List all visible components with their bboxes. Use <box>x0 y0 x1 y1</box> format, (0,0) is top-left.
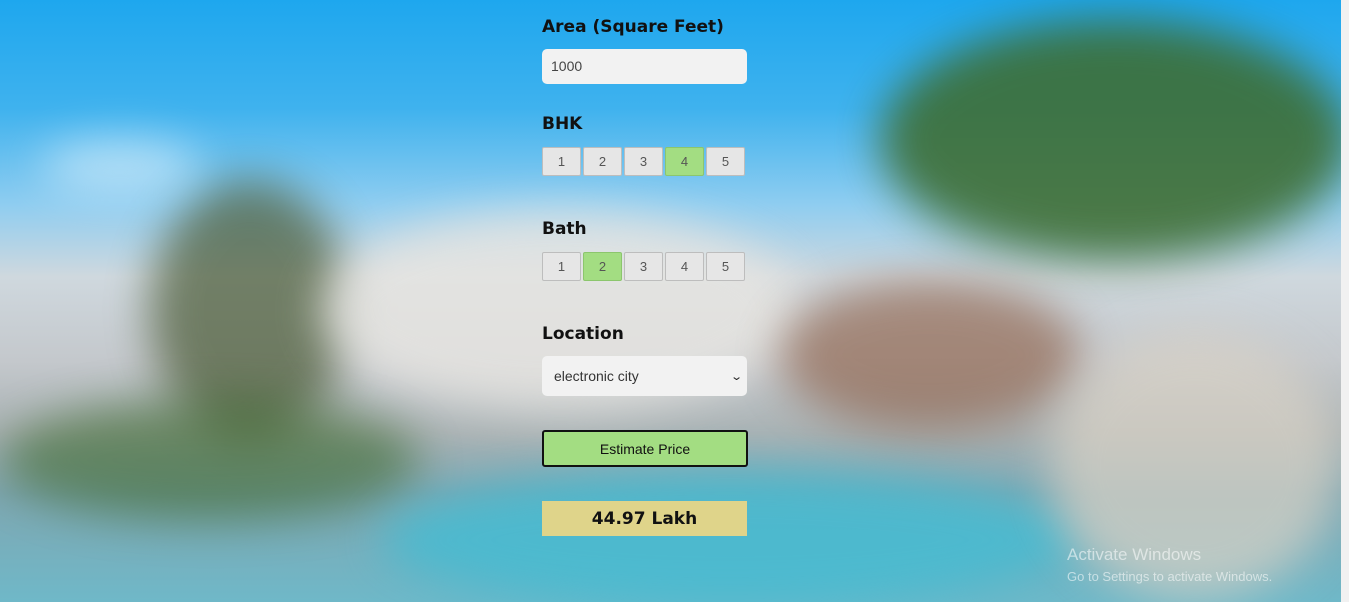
bhk-option-4[interactable]: 4 <box>665 147 704 176</box>
location-selected-value: electronic city <box>554 368 639 384</box>
bath-option-5[interactable]: 5 <box>706 252 745 281</box>
bhk-label: BHK <box>542 114 583 134</box>
bath-option-1[interactable]: 1 <box>542 252 581 281</box>
estimated-price-result: 44.97 Lakh <box>542 501 747 536</box>
location-label: Location <box>542 324 624 344</box>
watermark-subtitle: Go to Settings to activate Windows. <box>1067 569 1273 584</box>
bath-selector: 1 2 3 4 5 <box>542 252 747 283</box>
estimate-price-button[interactable]: Estimate Price <box>542 430 748 467</box>
bhk-option-3[interactable]: 3 <box>624 147 663 176</box>
bath-label: Bath <box>542 219 587 239</box>
bath-option-4[interactable]: 4 <box>665 252 704 281</box>
bhk-option-5[interactable]: 5 <box>706 147 745 176</box>
activate-windows-watermark: Activate Windows Go to Settings to activ… <box>1067 545 1272 584</box>
bath-option-2[interactable]: 2 <box>583 252 622 281</box>
location-select[interactable]: electronic city ⌄ <box>542 356 747 396</box>
bhk-option-2[interactable]: 2 <box>583 147 622 176</box>
chevron-down-icon: ⌄ <box>729 370 743 383</box>
area-input[interactable]: 1000 <box>542 49 747 84</box>
scrollbar[interactable] <box>1341 0 1349 602</box>
bhk-option-1[interactable]: 1 <box>542 147 581 176</box>
watermark-title: Activate Windows <box>1067 545 1202 564</box>
bath-option-3[interactable]: 3 <box>624 252 663 281</box>
area-label: Area (Square Feet) <box>542 17 724 37</box>
bhk-selector: 1 2 3 4 5 <box>542 147 747 178</box>
